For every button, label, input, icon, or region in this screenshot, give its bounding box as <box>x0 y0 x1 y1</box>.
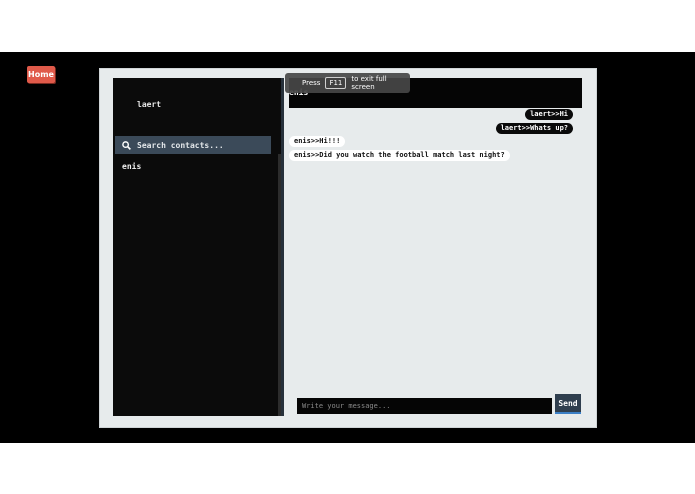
search-input[interactable]: Search contacts... <box>137 141 224 150</box>
fullscreen-notice: Press F11 to exit full screen <box>285 73 410 93</box>
message-outgoing: laert>>Whats up? <box>495 123 573 134</box>
panel-divider <box>281 78 284 416</box>
home-button[interactable]: Home <box>27 66 55 83</box>
current-user-name: laert <box>137 100 162 109</box>
send-button[interactable]: Send <box>555 394 581 414</box>
contact-item-enis[interactable]: enis <box>122 162 141 171</box>
message-incoming: enis>>Did you watch the football match l… <box>289 150 510 161</box>
message-outgoing: laert>>Hi <box>525 109 573 120</box>
contacts-sidebar <box>113 78 282 416</box>
search-icon <box>122 140 131 150</box>
message-input[interactable] <box>297 397 552 415</box>
fullscreen-notice-suffix: to exit full screen <box>351 75 387 91</box>
fullscreen-notice-prefix: Press <box>302 79 321 87</box>
f11-key-badge: F11 <box>325 77 347 89</box>
contact-search[interactable]: Search contacts... <box>115 136 271 154</box>
message-composer <box>297 397 552 415</box>
message-incoming: enis>>Hi!!! <box>289 136 346 147</box>
